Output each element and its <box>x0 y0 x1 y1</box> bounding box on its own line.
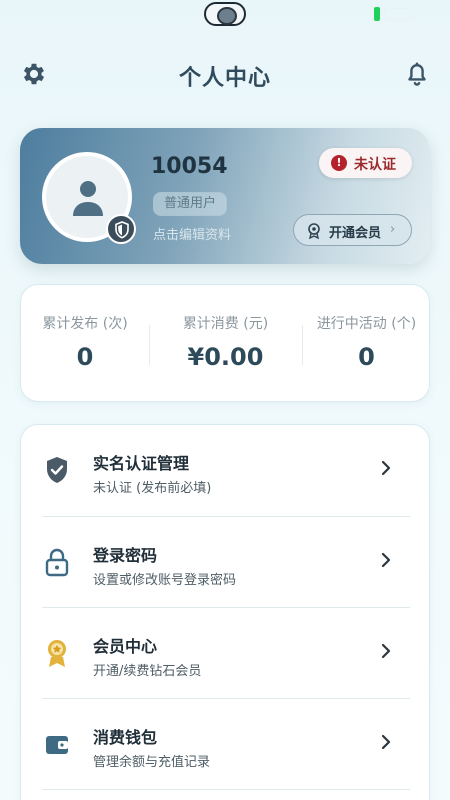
header: 个人中心 <box>0 52 450 96</box>
person-icon <box>73 181 103 216</box>
wallet-icon <box>46 736 68 754</box>
verification-status-label: 未认证 <box>354 157 396 173</box>
menu-item-title: 消费钱包 <box>93 728 158 747</box>
shield-check-icon <box>47 457 67 483</box>
menu-item-subtitle: 未认证 (发布前必填) <box>93 481 212 496</box>
stat-total-spending: 累计消费 (元) ¥0.00 <box>149 285 302 403</box>
camera-indicator-icon <box>204 2 246 26</box>
alert-icon: ! <box>331 155 347 171</box>
stat-label: 累计发布 (次) <box>42 316 128 332</box>
open-membership-label: 开通会员 <box>329 226 382 241</box>
chevron-right-icon <box>381 552 391 568</box>
menu-item-title: 会员中心 <box>93 637 158 656</box>
page-title: 个人中心 <box>178 66 271 91</box>
menu-item-subtitle: 管理余额与充值记录 <box>93 755 211 770</box>
stat-label: 累计消费 (元) <box>182 316 269 332</box>
stat-label: 进行中活动 (个) <box>316 316 417 332</box>
medal-icon <box>308 223 320 239</box>
status-bar <box>0 0 450 28</box>
menu-item-title: 实名认证管理 <box>93 454 190 473</box>
stat-value: 0 <box>76 343 94 371</box>
medal-icon <box>48 640 66 667</box>
open-membership-button[interactable]: 开通会员 › <box>293 214 412 246</box>
menu-item-subtitle: 开通/续费钻石会员 <box>93 664 202 679</box>
battery-icon <box>374 7 380 21</box>
profile-card[interactable]: 10054 普通用户 点击编辑资料 ! 未认证 开通会员 › <box>20 128 430 264</box>
edit-profile-link[interactable]: 点击编辑资料 <box>153 224 231 243</box>
stat-value: 0 <box>358 343 375 371</box>
chevron-right-icon <box>381 734 391 750</box>
menu-item-membership-center[interactable]: 会员中心 开通/续费钻石会员 <box>21 608 431 699</box>
shield-icon <box>115 221 129 239</box>
verification-status-badge[interactable]: ! 未认证 <box>319 148 412 178</box>
battery-outline <box>384 8 414 20</box>
menu-divider <box>42 789 410 790</box>
menu-item-wallet[interactable]: 消费钱包 管理余额与充值记录 <box>21 699 431 790</box>
lock-icon <box>45 548 69 577</box>
avatar[interactable] <box>42 152 136 244</box>
menu-item-subtitle: 设置或修改账号登录密码 <box>93 573 237 588</box>
stat-total-posts: 累计发布 (次) 0 <box>21 285 149 403</box>
menu-item-title: 登录密码 <box>93 546 158 565</box>
chevron-right-icon <box>381 643 391 659</box>
verified-badge <box>106 214 136 244</box>
menu-card: 实名认证管理 未认证 (发布前必填) 登录密码 设置或修改账号登录密码 会员中心… <box>20 424 430 800</box>
menu-item-real-name-verification[interactable]: 实名认证管理 未认证 (发布前必填) <box>21 425 431 516</box>
stats-card: 累计发布 (次) 0 累计消费 (元) ¥0.00 进行中活动 (个) 0 <box>20 284 430 402</box>
user-type-tag: 普通用户 <box>153 192 228 216</box>
stat-active-events: 进行中活动 (个) 0 <box>302 285 431 403</box>
chevron-right-icon <box>381 460 391 476</box>
menu-item-login-password[interactable]: 登录密码 设置或修改账号登录密码 <box>21 517 431 608</box>
chevron-right-icon: › <box>390 222 396 237</box>
bell-icon[interactable] <box>404 60 430 88</box>
stat-value: ¥0.00 <box>187 343 264 371</box>
user-id: 10054 <box>151 154 228 179</box>
